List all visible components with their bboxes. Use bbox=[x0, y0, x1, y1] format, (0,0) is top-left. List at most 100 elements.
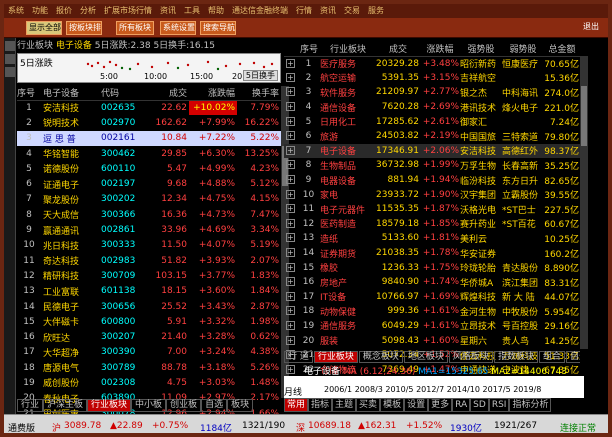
col-header-volume[interactable]: 成交 bbox=[376, 42, 420, 57]
table-row[interactable]: 2 锐明技术 002970 162.62 +7.99% 16.22% bbox=[17, 115, 281, 130]
market-tab[interactable]: 自选 bbox=[201, 399, 228, 412]
market-tab[interactable]: 板块 bbox=[227, 399, 254, 412]
expand-plus-icon[interactable]: + bbox=[286, 364, 295, 374]
col-header-change[interactable]: 涨跌幅 bbox=[420, 42, 460, 57]
expand-cell[interactable]: + bbox=[284, 100, 298, 115]
col-header-name[interactable]: 电子设备 bbox=[43, 86, 101, 101]
expand-cell[interactable]: + bbox=[284, 362, 298, 377]
sidebar-icon[interactable] bbox=[5, 67, 15, 77]
table-row[interactable]: 18 唐源电气 300789 88.78 +3.18% 5.26% bbox=[17, 360, 281, 375]
table-row[interactable]: 4 华铭智能 300462 29.85 +6.30% 13.25% bbox=[17, 146, 281, 161]
expand-plus-icon[interactable]: + bbox=[286, 248, 295, 258]
expand-cell[interactable]: + bbox=[284, 56, 298, 71]
menu-item[interactable]: 资讯 bbox=[156, 6, 180, 15]
market-tab[interactable]: 沪深主板 bbox=[43, 399, 88, 412]
expand-plus-icon[interactable]: + bbox=[286, 145, 295, 155]
mini-chart-5day-turnover-button[interactable]: 5日换手 bbox=[242, 70, 278, 81]
expand-plus-icon[interactable]: + bbox=[286, 87, 295, 97]
sector-type-tab[interactable]: 行 道 bbox=[284, 351, 313, 363]
indicator-tab[interactable]: 常用 bbox=[284, 398, 309, 412]
sidebar-icon[interactable] bbox=[5, 54, 15, 64]
search-nav-button[interactable]: 搜索导航 bbox=[200, 21, 236, 35]
table-row[interactable]: 17 大华超净 300390 7.00 +3.24% 4.38% bbox=[17, 345, 281, 360]
col-header-strong[interactable]: 强势股 bbox=[460, 42, 502, 57]
col-header-sector[interactable]: 行业板块 bbox=[320, 42, 376, 57]
col-header-amount[interactable]: 总金额 bbox=[544, 42, 580, 57]
expand-cell[interactable]: + bbox=[284, 71, 298, 86]
mini-chart-label[interactable]: 5日涨跌 bbox=[20, 56, 53, 69]
expand-plus-icon[interactable]: + bbox=[286, 131, 295, 141]
expand-cell[interactable]: + bbox=[284, 173, 298, 188]
menu-item[interactable]: 服务 bbox=[364, 6, 388, 15]
sector-type-tab[interactable]: 自选 bbox=[565, 351, 580, 363]
table-row[interactable]: 12 精研科技 300709 103.15 +3.77% 1.83% bbox=[17, 268, 281, 283]
menu-item[interactable]: 功能 bbox=[28, 6, 52, 15]
table-row[interactable]: +9 电器设备 881.94 +1.94% 临汾科技 东方日升 82.65亿 bbox=[284, 173, 580, 188]
menu-item[interactable]: 帮助 bbox=[204, 6, 228, 15]
table-row[interactable]: +2 航空运输 5391.35 +3.15% 吉祥航空 15.36亿 bbox=[284, 71, 580, 86]
system-settings-button[interactable]: 系统设置 bbox=[160, 21, 196, 35]
expand-plus-icon[interactable]: + bbox=[286, 262, 295, 272]
expand-cell[interactable]: + bbox=[284, 114, 298, 129]
menu-item[interactable]: 交易 bbox=[340, 6, 364, 15]
expand-plus-icon[interactable]: + bbox=[286, 58, 295, 68]
col-header-index[interactable]: 序号 bbox=[298, 42, 320, 57]
table-row[interactable]: +3 软件服务 21209.97 +2.77% 银之杰 中科海讯 274.0亿 bbox=[284, 85, 580, 100]
col-header-price[interactable]: 成交 bbox=[147, 86, 189, 101]
table-row[interactable]: +7 电子设备 17346.91 +2.06% 安洁科技 高德红外 98.37亿 bbox=[284, 143, 580, 159]
col-header-weak[interactable]: 弱势股 bbox=[502, 42, 544, 57]
col-header-code[interactable]: 代码 bbox=[101, 86, 147, 101]
sh-label[interactable]: 沪 bbox=[52, 421, 61, 433]
show-all-button[interactable]: 显示全部 bbox=[26, 21, 62, 35]
sector-type-tab[interactable]: 地区板块 bbox=[403, 351, 448, 363]
expand-cell[interactable]: + bbox=[284, 187, 298, 202]
table-row[interactable]: 8 天大成信 300366 16.36 +4.73% 7.47% bbox=[17, 207, 281, 222]
table-row[interactable]: +20 服装 5098.43 +1.60% 星期六 贵人鸟 14.25亿 bbox=[284, 333, 580, 348]
table-row[interactable]: 5 诺德股份 600110 5.47 +4.99% 4.23% bbox=[17, 161, 281, 176]
table-row[interactable]: 7 聚龙股份 300202 12.34 +4.75% 4.15% bbox=[17, 192, 281, 207]
expand-plus-icon[interactable]: + bbox=[286, 233, 295, 243]
market-tab[interactable]: 行业 bbox=[17, 399, 44, 412]
table-row[interactable]: 6 证通电子 002197 9.68 +4.88% 5.12% bbox=[17, 176, 281, 191]
expand-cell[interactable]: + bbox=[284, 319, 298, 334]
indicator-tab[interactable]: 主题 bbox=[332, 398, 357, 412]
expand-plus-icon[interactable]: + bbox=[286, 291, 295, 301]
menu-item[interactable]: 行情 bbox=[292, 6, 316, 15]
col-header-change[interactable]: 涨跌幅 bbox=[189, 86, 237, 101]
expand-cell[interactable]: + bbox=[284, 202, 298, 217]
expand-cell[interactable]: + bbox=[284, 217, 298, 232]
market-tab[interactable]: 创业板 bbox=[166, 399, 202, 412]
expand-cell[interactable]: + bbox=[284, 333, 298, 348]
col-header-index[interactable]: 序号 bbox=[17, 86, 43, 101]
table-row[interactable]: +11 电子元器件 11535.35 +1.87% 沃格光电 *ST巴士 227.5亿 bbox=[284, 202, 580, 217]
table-row[interactable]: 15 大伴磁卡 600800 5.91 +3.32% 1.98% bbox=[17, 314, 281, 329]
menu-item[interactable]: 扩展市场行情 bbox=[100, 6, 156, 15]
indicator-tab[interactable]: 模板 bbox=[380, 398, 405, 412]
expand-cell[interactable]: + bbox=[284, 158, 298, 173]
table-row[interactable]: +12 医药制造 18579.18 +1.85% 赛升药业 *ST百花 60.67亿 bbox=[284, 217, 580, 232]
sidebar-icon[interactable] bbox=[5, 41, 15, 51]
table-row[interactable]: +5 日用化工 17285.62 +2.61% 御家汇 7.24亿 bbox=[284, 114, 580, 129]
expand-plus-icon[interactable]: + bbox=[286, 335, 295, 345]
expand-cell[interactable]: + bbox=[284, 275, 298, 290]
menu-item[interactable]: 资讯 bbox=[316, 6, 340, 15]
expand-plus-icon[interactable]: + bbox=[286, 320, 295, 330]
table-row[interactable]: 1 安洁科技 002635 22.62 +10.02% 7.79% bbox=[17, 100, 281, 116]
right-table-scrollbar[interactable] bbox=[580, 56, 588, 349]
table-row[interactable]: +16 房地产 9840.90 +1.74% 华侨城A 滨江集团 83.31亿 bbox=[284, 275, 580, 290]
table-row[interactable]: +17 IT设备 10766.97 +1.69% 辉煌科技新 大 陆 44.07亿 bbox=[284, 290, 580, 305]
table-row[interactable]: 16 欣旺达 300207 21.40 +3.28% 0.62% bbox=[17, 329, 281, 344]
table-row[interactable]: +8 生物制品 36732.98 +1.99% 万孚生物 长春高新 35.25亿 bbox=[284, 158, 580, 173]
expand-plus-icon[interactable]: + bbox=[286, 218, 295, 228]
expand-plus-icon[interactable]: + bbox=[286, 72, 295, 82]
table-row[interactable]: +18 动物保健 999.36 +1.61% 金河生物 中牧股份 5.954亿 bbox=[284, 304, 580, 319]
expand-cell[interactable]: + bbox=[284, 246, 298, 261]
table-row[interactable]: 13 工业富联 601138 18.15 +3.60% 1.84% bbox=[17, 284, 281, 299]
indicator-tab[interactable]: 设置 bbox=[404, 398, 429, 412]
sector-type-tab[interactable]: 概念板块 bbox=[358, 351, 403, 363]
expand-plus-icon[interactable]: + bbox=[286, 160, 295, 170]
sector-type-tab[interactable]: 风格板块 bbox=[448, 351, 493, 363]
expand-cell[interactable]: + bbox=[284, 143, 298, 159]
indicator-tab[interactable]: 更多 bbox=[428, 398, 453, 412]
indicator-tab[interactable]: 买卖 bbox=[356, 398, 381, 412]
